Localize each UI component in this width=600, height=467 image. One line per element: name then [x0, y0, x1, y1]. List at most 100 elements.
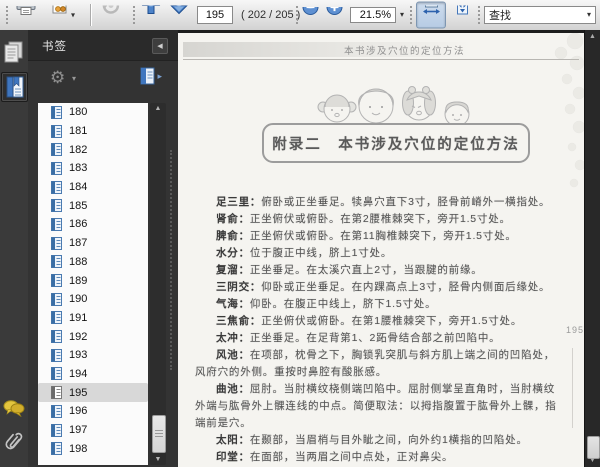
bookmark-item-label: 180 [69, 106, 88, 119]
expand-right-icon: ▸ [157, 71, 162, 81]
toolbar-grip[interactable] [296, 6, 298, 24]
pdf-reader-window: ▾ ( 202 / 205 ) [0, 0, 600, 467]
acupoint-term: 三焦俞： [216, 315, 262, 327]
toolbar-grip[interactable] [410, 6, 412, 24]
appendix-title: 附录二 本书涉及穴位的定位方法 [272, 136, 520, 153]
scroll-thumb[interactable] [587, 436, 600, 459]
acupoint-term: 太阳： [216, 434, 250, 446]
acupoint-entry: 印堂：在面部，当两眉之间中点处，正对鼻尖。 [195, 449, 563, 466]
bookmark-item-label: 191 [69, 311, 88, 324]
acupoint-desc: 在面部，当两眉之间中点处，正对鼻尖。 [249, 451, 454, 463]
bookmark-item-label: 182 [69, 143, 88, 156]
toolbar-separator [90, 4, 91, 26]
bookmark-item-label: 187 [69, 237, 88, 250]
up-arrow-icon [141, 5, 161, 14]
bookmark-item[interactable]: 196 [38, 402, 148, 421]
paperclip-icon [4, 432, 22, 450]
zoom-out-button[interactable] [299, 3, 321, 28]
fit-page-button[interactable] [448, 3, 476, 28]
attachments-tab[interactable] [1, 428, 26, 456]
bookmark-page-icon [51, 330, 62, 344]
bookmark-item[interactable]: 189 [38, 271, 148, 290]
bookmark-page-icon [51, 404, 62, 418]
gear-icon[interactable]: ⚙ [50, 68, 65, 88]
acupoint-desc: 正坐垂足。在足背第1、2跖骨结合部之前凹陷中。 [249, 332, 501, 344]
bookmarks-panel: 书签 ◀ ⚙ ▾ ▸ 180 181 182 183 184 185 186 1… [28, 30, 178, 467]
search-input[interactable] [489, 9, 587, 21]
acupoint-term: 三阴交： [216, 281, 262, 293]
bookmarks-tab[interactable] [1, 72, 28, 102]
print-button[interactable] [12, 3, 40, 28]
bookmark-item[interactable]: 192 [38, 327, 148, 346]
search-dropdown-caret[interactable]: ▾ [587, 11, 591, 19]
bookmark-item[interactable]: 194 [38, 365, 148, 384]
comments-tab[interactable] [1, 394, 26, 422]
next-page-button[interactable] [167, 3, 191, 28]
bookmark-item[interactable]: 180 [38, 103, 148, 122]
minus-icon [302, 6, 318, 15]
acupoint-term: 水分： [216, 247, 250, 259]
acupoint-desc: 正坐垂足。在太溪穴直上2寸，当跟腱的前缘。 [249, 264, 483, 276]
bookmark-item[interactable]: 191 [38, 309, 148, 328]
acupoint-desc: 仰卧。在腹正中线上，脐下1.5寸处。 [249, 298, 437, 310]
collapse-left-icon: ◀ [157, 43, 163, 50]
bookmark-item[interactable]: 198 [38, 439, 148, 458]
collapse-panel-button[interactable]: ◀ [152, 38, 168, 54]
bookmark-item[interactable]: 187 [38, 234, 148, 253]
zoom-in-button[interactable] [323, 3, 345, 28]
toolbar-grip[interactable] [133, 6, 135, 24]
scroll-up-button[interactable]: ▲ [585, 33, 600, 40]
acupoint-desc: 在颞部，当眉梢与目外眦之间，向外约1横指的凹陷处。 [249, 434, 528, 446]
bookmark-item[interactable]: 197 [38, 421, 148, 440]
zoom-dropdown-caret[interactable]: ▾ [400, 11, 404, 19]
bookmark-page-icon [51, 311, 62, 325]
scroll-down-button[interactable]: ▼ [585, 457, 600, 464]
printer-icon [16, 5, 36, 15]
comments-icon [3, 400, 24, 417]
review-button [97, 3, 125, 28]
acupoint-entry: 三阴交：仰卧或正坐垂足。在内踝高点上3寸，胫骨内侧面后缘处。 [195, 279, 563, 296]
options-dropdown-caret[interactable]: ▾ [72, 74, 76, 83]
bookmark-page-icon [51, 217, 62, 231]
bookmark-item[interactable]: 188 [38, 253, 148, 272]
zoom-level-display[interactable]: 21.5% [350, 7, 396, 23]
bookmark-item[interactable]: 182 [38, 140, 148, 159]
bookmark-item[interactable]: 193 [38, 346, 148, 365]
scroll-thumb[interactable] [152, 415, 166, 453]
bookmark-item-label: 195 [69, 386, 88, 399]
previous-page-button[interactable] [139, 3, 163, 28]
pages-tab[interactable] [1, 38, 26, 66]
bookmark-item-label: 194 [69, 367, 88, 380]
acupoint-entry: 太冲：正坐垂足。在足背第1、2跖骨结合部之前凹陷中。 [195, 330, 563, 347]
toolbar-grip[interactable] [6, 6, 8, 24]
acupoint-term: 太冲： [216, 332, 250, 344]
acupoint-term: 印堂： [216, 451, 250, 463]
page-number-input[interactable] [197, 6, 233, 24]
goto-bookmark-button[interactable]: ▸ [140, 67, 162, 85]
scroll-up-button[interactable]: ▲ [150, 105, 166, 112]
panel-resize-grip[interactable] [170, 150, 172, 370]
toolbar-grip[interactable] [478, 6, 480, 24]
running-header-text: 本书涉及穴位的定位方法 [344, 46, 466, 57]
bookmark-item[interactable]: 183 [38, 159, 148, 178]
bookmark-item[interactable]: 190 [38, 290, 148, 309]
acupoint-entry: 太阳：在颞部，当眉梢与目外眦之间，向外约1横指的凹陷处。 [195, 432, 563, 449]
acupoint-term: 复溜： [216, 264, 250, 276]
bookmark-item-label: 193 [69, 349, 88, 362]
bookmark-item[interactable]: 181 [38, 122, 148, 141]
bookmark-item-label: 184 [69, 181, 88, 194]
main-scrollbar[interactable]: ▲ ▼ [584, 30, 600, 467]
fit-width-button[interactable] [416, 1, 446, 29]
bookmark-item[interactable]: 195 [38, 383, 148, 402]
bookmark-item[interactable]: 184 [38, 178, 148, 197]
scroll-down-button[interactable]: ▼ [150, 456, 166, 463]
bookmark-item[interactable]: 185 [38, 196, 148, 215]
pdf-page[interactable]: 本书涉及穴位的定位方法 附录二 本书涉及穴位的定位方法 足三里：俯卧或正坐垂足。… [178, 33, 585, 467]
bookmark-page-arrow-icon [140, 67, 155, 85]
bookmark-scrollbar[interactable]: ▲ ▼ [150, 103, 166, 465]
email-dropdown-caret[interactable]: ▾ [71, 11, 75, 19]
bookmark-item[interactable]: 186 [38, 215, 148, 234]
bookmark-page-icon [51, 105, 62, 119]
email-button[interactable]: ▾ [44, 3, 80, 28]
acupoint-entry: 三焦俞：正坐俯伏或俯卧。在第1腰椎棘突下，旁开1.5寸处。 [195, 313, 563, 330]
